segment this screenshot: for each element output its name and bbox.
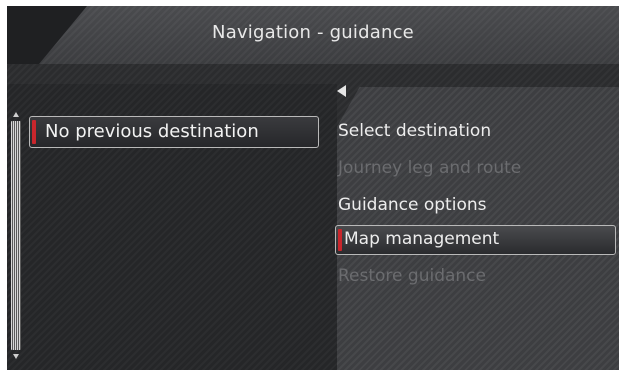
previous-destination-item[interactable]: No previous destination <box>29 116 319 148</box>
selection-marker <box>32 120 36 144</box>
scroll-down-icon[interactable] <box>13 354 19 359</box>
page-title: Navigation - guidance <box>212 22 414 43</box>
menu-item-label: Journey leg and route <box>338 158 522 178</box>
menu-item-journey-leg-and-route: Journey leg and route <box>335 154 616 184</box>
menu-item-select-destination[interactable]: Select destination <box>335 117 616 147</box>
navigation-screen: Navigation - guidance <box>7 6 619 370</box>
menu-item-restore-guidance: Restore guidance <box>335 262 616 292</box>
scrollbar[interactable] <box>11 121 21 350</box>
menu-item-guidance-options[interactable]: Guidance options <box>335 191 616 221</box>
menu-item-map-management[interactable]: Map management <box>335 225 616 255</box>
menu-item-label: Guidance options <box>338 195 487 215</box>
scroll-up-icon[interactable] <box>13 112 19 117</box>
menu-item-label: Select destination <box>338 121 492 141</box>
selection-marker <box>338 229 342 251</box>
back-arrow-icon[interactable] <box>337 85 346 97</box>
menu-item-label: Map management <box>344 229 500 249</box>
previous-destination-label: No previous destination <box>45 121 259 142</box>
header-bar: Navigation - guidance <box>7 6 619 64</box>
menu-item-label: Restore guidance <box>338 266 486 286</box>
